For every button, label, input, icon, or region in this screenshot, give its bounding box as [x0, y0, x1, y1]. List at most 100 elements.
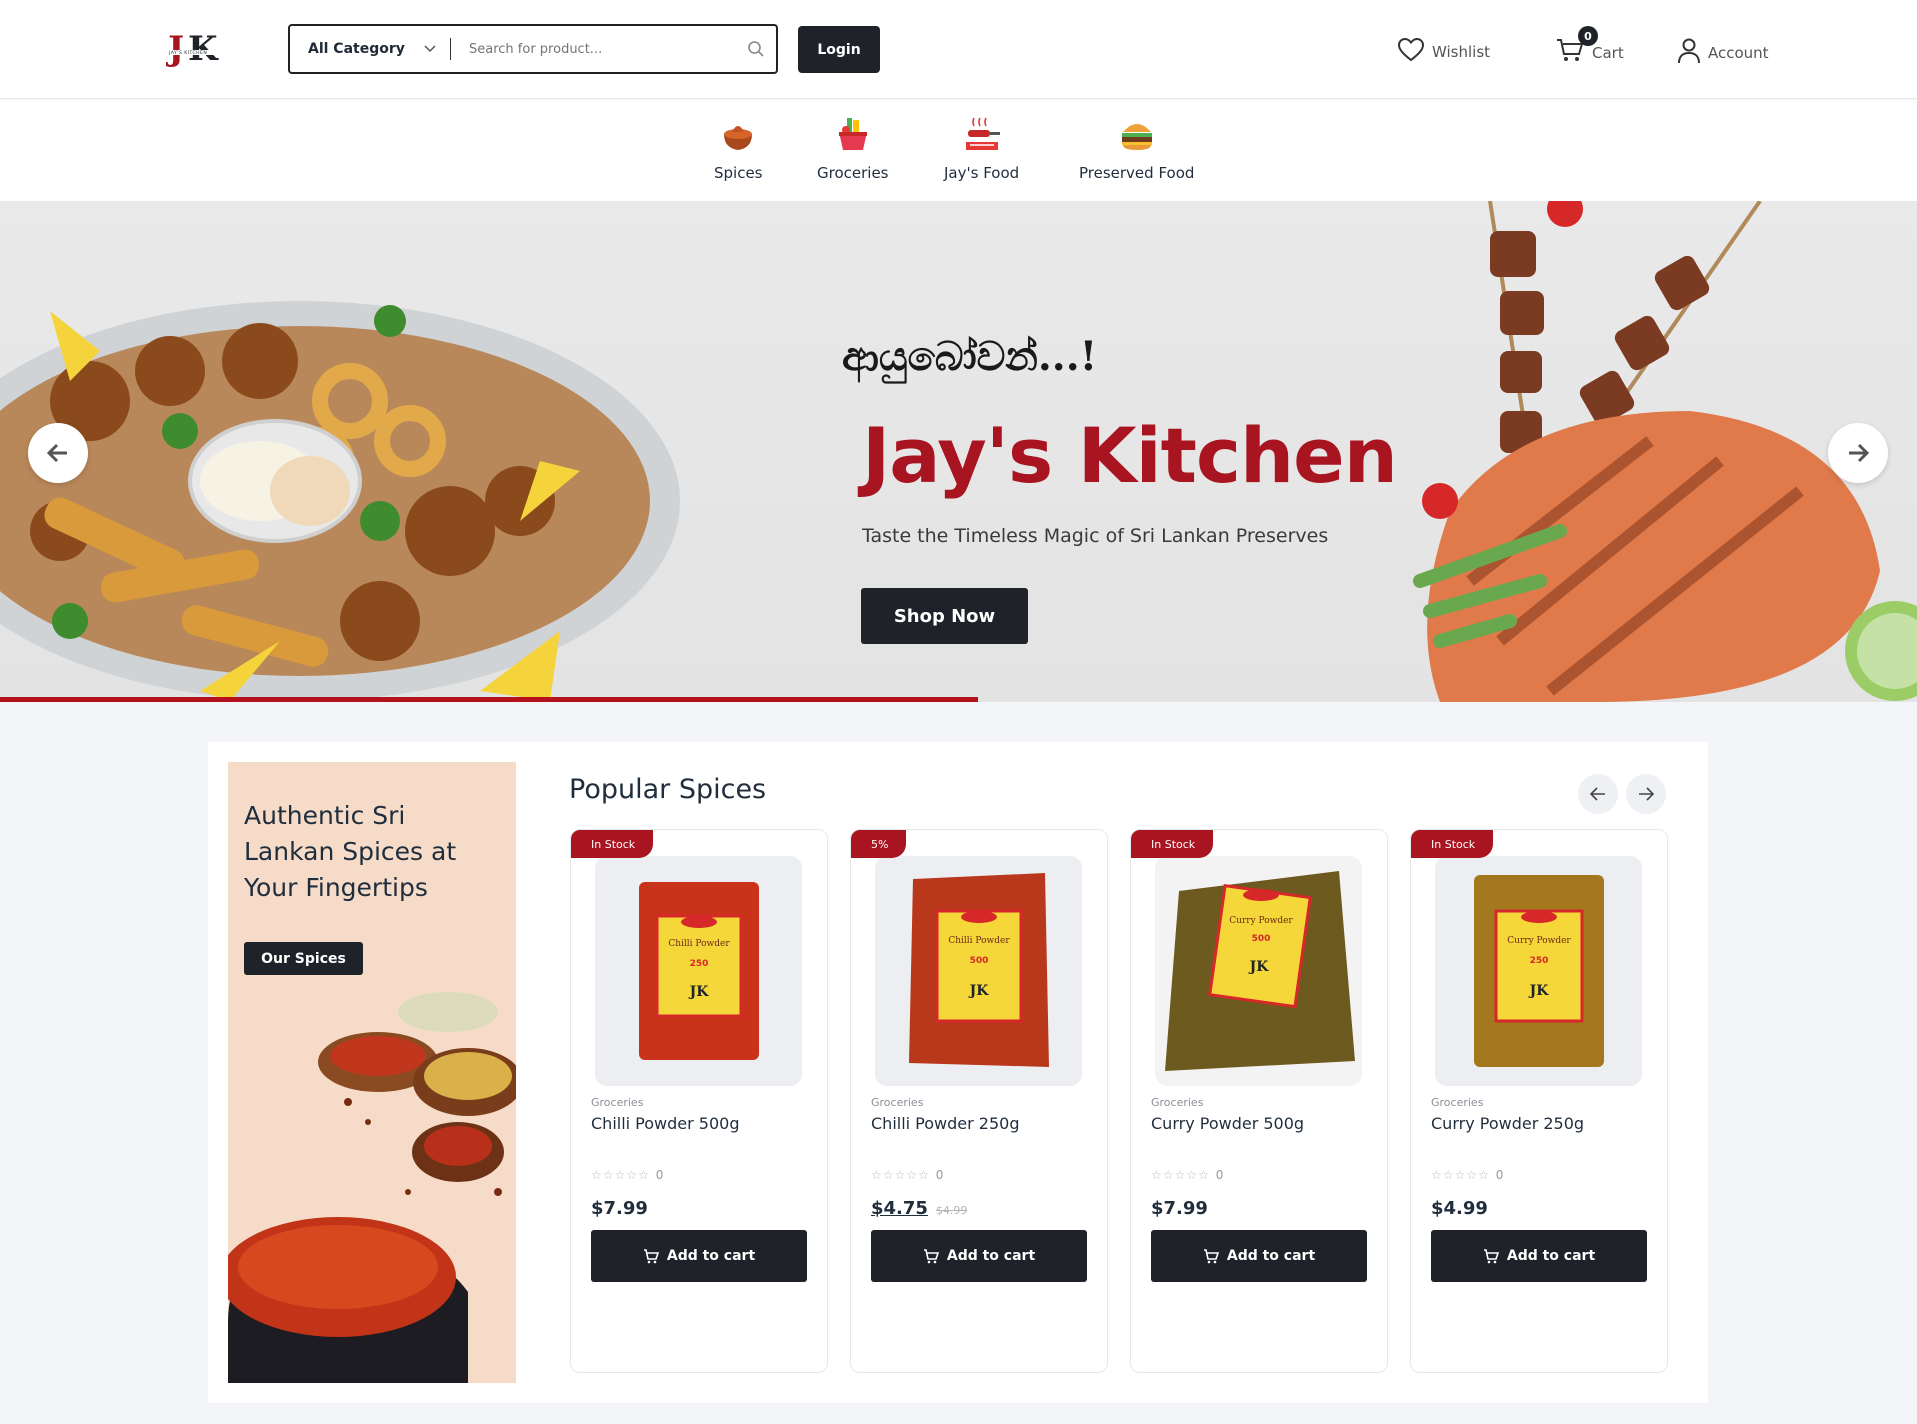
- hero-prev-button[interactable]: [28, 423, 88, 483]
- spice-pack-image: Curry Powder 250 JK: [1473, 875, 1604, 1067]
- cart-count-badge: 0: [1578, 26, 1598, 46]
- star-rating-icon: ☆☆☆☆☆: [591, 1168, 650, 1182]
- product-image[interactable]: Chilli Powder 250 JK: [595, 856, 802, 1086]
- cart-icon: 0: [1556, 26, 1598, 68]
- svg-text:J: J: [166, 29, 184, 69]
- arrow-right-icon: [1639, 787, 1654, 801]
- price-current: $7.99: [591, 1198, 648, 1219]
- price-current: $7.99: [1151, 1198, 1208, 1219]
- stock-badge: In Stock: [1411, 830, 1494, 858]
- product-image[interactable]: Curry Powder 500 JK: [1155, 856, 1362, 1086]
- heart-icon: [1397, 37, 1425, 66]
- product-name[interactable]: Chilli Powder 250g: [871, 1114, 1020, 1133]
- product-category: Groceries: [1151, 1096, 1204, 1109]
- jays-kitchen-logo[interactable]: J K JAY'S KITCHEN: [166, 24, 224, 74]
- category-label: Spices: [714, 164, 763, 182]
- category-item-jays-food[interactable]: Jay's Food: [944, 114, 1019, 182]
- category-item-preserved-food[interactable]: Preserved Food: [1079, 114, 1194, 182]
- promo-title: Authentic Sri Lankan Spices at Your Fing…: [244, 801, 457, 902]
- arrow-right-icon: [1849, 443, 1869, 463]
- cart-link[interactable]: 0 Cart: [1556, 26, 1624, 68]
- add-to-cart-button[interactable]: Add to cart: [591, 1230, 807, 1282]
- add-to-cart-button[interactable]: Add to cart: [1151, 1230, 1367, 1282]
- account-link[interactable]: Account: [1678, 38, 1769, 68]
- price-old: $4.99: [935, 1204, 968, 1217]
- user-icon: [1678, 38, 1700, 68]
- category-nav: Spices Groceries Jay's Food Preserved Fo…: [0, 100, 1917, 201]
- svg-text:JK: JK: [1527, 983, 1549, 999]
- svg-text:Chilli Powder: Chilli Powder: [948, 936, 1010, 946]
- add-to-cart-label: Add to cart: [1226, 1248, 1316, 1264]
- category-item-spices[interactable]: Spices: [714, 114, 763, 182]
- add-to-cart-button[interactable]: Add to cart: [871, 1230, 1087, 1282]
- svg-text:250: 250: [1529, 956, 1548, 966]
- rating-count: 0: [655, 1168, 664, 1182]
- spice-pack-image: Chilli Powder 500 JK: [908, 873, 1049, 1067]
- arrow-left-icon: [1590, 787, 1605, 801]
- search-bar: All Category: [288, 24, 778, 74]
- product-name[interactable]: Curry Powder 250g: [1431, 1114, 1584, 1133]
- account-label: Account: [1708, 44, 1769, 62]
- product-rating: ☆☆☆☆☆ 0: [591, 1168, 663, 1182]
- hero-subtitle: Taste the Timeless Magic of Sri Lankan P…: [862, 525, 1329, 547]
- spice-pack-image: Curry Powder 500 JK: [1164, 871, 1355, 1071]
- promo-banner: Authentic Sri Lankan Spices at Your Fing…: [228, 762, 516, 1383]
- product-rating: ☆☆☆☆☆ 0: [1151, 1168, 1223, 1182]
- add-to-cart-button[interactable]: Add to cart: [1431, 1230, 1647, 1282]
- svg-text:JK: JK: [1247, 959, 1269, 975]
- category-item-groceries[interactable]: Groceries: [817, 114, 889, 182]
- product-card[interactable]: In Stock Chilli Powder 250 JK Groceries …: [570, 829, 828, 1373]
- spices-illustration: [228, 992, 516, 1383]
- search-input[interactable]: [451, 26, 736, 72]
- svg-text:Chilli Powder: Chilli Powder: [668, 939, 730, 949]
- hero-greeting: ආයුබෝවන්...!: [842, 333, 1098, 380]
- hero-next-button[interactable]: [1828, 423, 1888, 483]
- wishlist-link[interactable]: Wishlist: [1397, 37, 1491, 66]
- login-button[interactable]: Login: [798, 26, 880, 73]
- wishlist-label: Wishlist: [1432, 43, 1491, 61]
- svg-text:500: 500: [1251, 934, 1270, 944]
- jays-food-icon: [965, 117, 1000, 150]
- product-price: $7.99: [591, 1198, 648, 1219]
- product-card[interactable]: In Stock Curry Powder 250 JK Groceries C…: [1410, 829, 1668, 1373]
- product-name[interactable]: Curry Powder 500g: [1151, 1114, 1304, 1133]
- add-to-cart-label: Add to cart: [1506, 1248, 1596, 1264]
- product-price: $4.75 $4.99: [871, 1198, 967, 1219]
- cart-icon: [923, 1248, 939, 1263]
- add-to-cart-label: Add to cart: [946, 1248, 1036, 1264]
- star-rating-icon: ☆☆☆☆☆: [1151, 1168, 1210, 1182]
- popular-spices-section: Authentic Sri Lankan Spices at Your Fing…: [208, 742, 1708, 1403]
- star-rating-icon: ☆☆☆☆☆: [871, 1168, 930, 1182]
- product-name[interactable]: Chilli Powder 500g: [591, 1114, 740, 1133]
- svg-text:JAY'S KITCHEN: JAY'S KITCHEN: [168, 50, 207, 56]
- price-current: $4.75: [871, 1198, 928, 1219]
- category-label: Groceries: [817, 164, 889, 182]
- carousel-next-button[interactable]: [1626, 774, 1666, 814]
- groceries-icon: [838, 118, 867, 150]
- category-select[interactable]: All Category: [290, 26, 450, 72]
- hero-banner: ආයුබෝවන්...! Jay's Kitchen Taste the Tim…: [0, 201, 1917, 702]
- discount-badge: 5%: [851, 830, 907, 858]
- spices-icon: [724, 126, 753, 150]
- rating-count: 0: [935, 1168, 944, 1182]
- cart-icon: [643, 1248, 659, 1263]
- rating-count: 0: [1495, 1168, 1504, 1182]
- shop-now-button[interactable]: Shop Now: [861, 588, 1028, 644]
- search-icon[interactable]: [736, 26, 776, 72]
- svg-text:JK: JK: [967, 983, 989, 999]
- product-card[interactable]: 5% Chilli Powder 500 JK Groceries Chilli…: [850, 829, 1108, 1373]
- product-image[interactable]: Chilli Powder 500 JK: [875, 856, 1082, 1086]
- svg-text:250: 250: [689, 959, 708, 969]
- carousel-prev-button[interactable]: [1578, 774, 1618, 814]
- product-card[interactable]: In Stock Curry Powder 500 JK Groceries C…: [1130, 829, 1388, 1373]
- svg-text:Curry Powder: Curry Powder: [1507, 936, 1571, 946]
- product-image[interactable]: Curry Powder 250 JK: [1435, 856, 1642, 1086]
- product-price: $4.99: [1431, 1198, 1488, 1219]
- our-spices-button[interactable]: Our Spices: [244, 942, 363, 975]
- svg-text:500: 500: [969, 956, 988, 966]
- rating-count: 0: [1215, 1168, 1224, 1182]
- stock-badge: In Stock: [1131, 830, 1214, 858]
- product-price: $7.99: [1151, 1198, 1208, 1219]
- add-to-cart-label: Add to cart: [666, 1248, 756, 1264]
- product-category: Groceries: [591, 1096, 644, 1109]
